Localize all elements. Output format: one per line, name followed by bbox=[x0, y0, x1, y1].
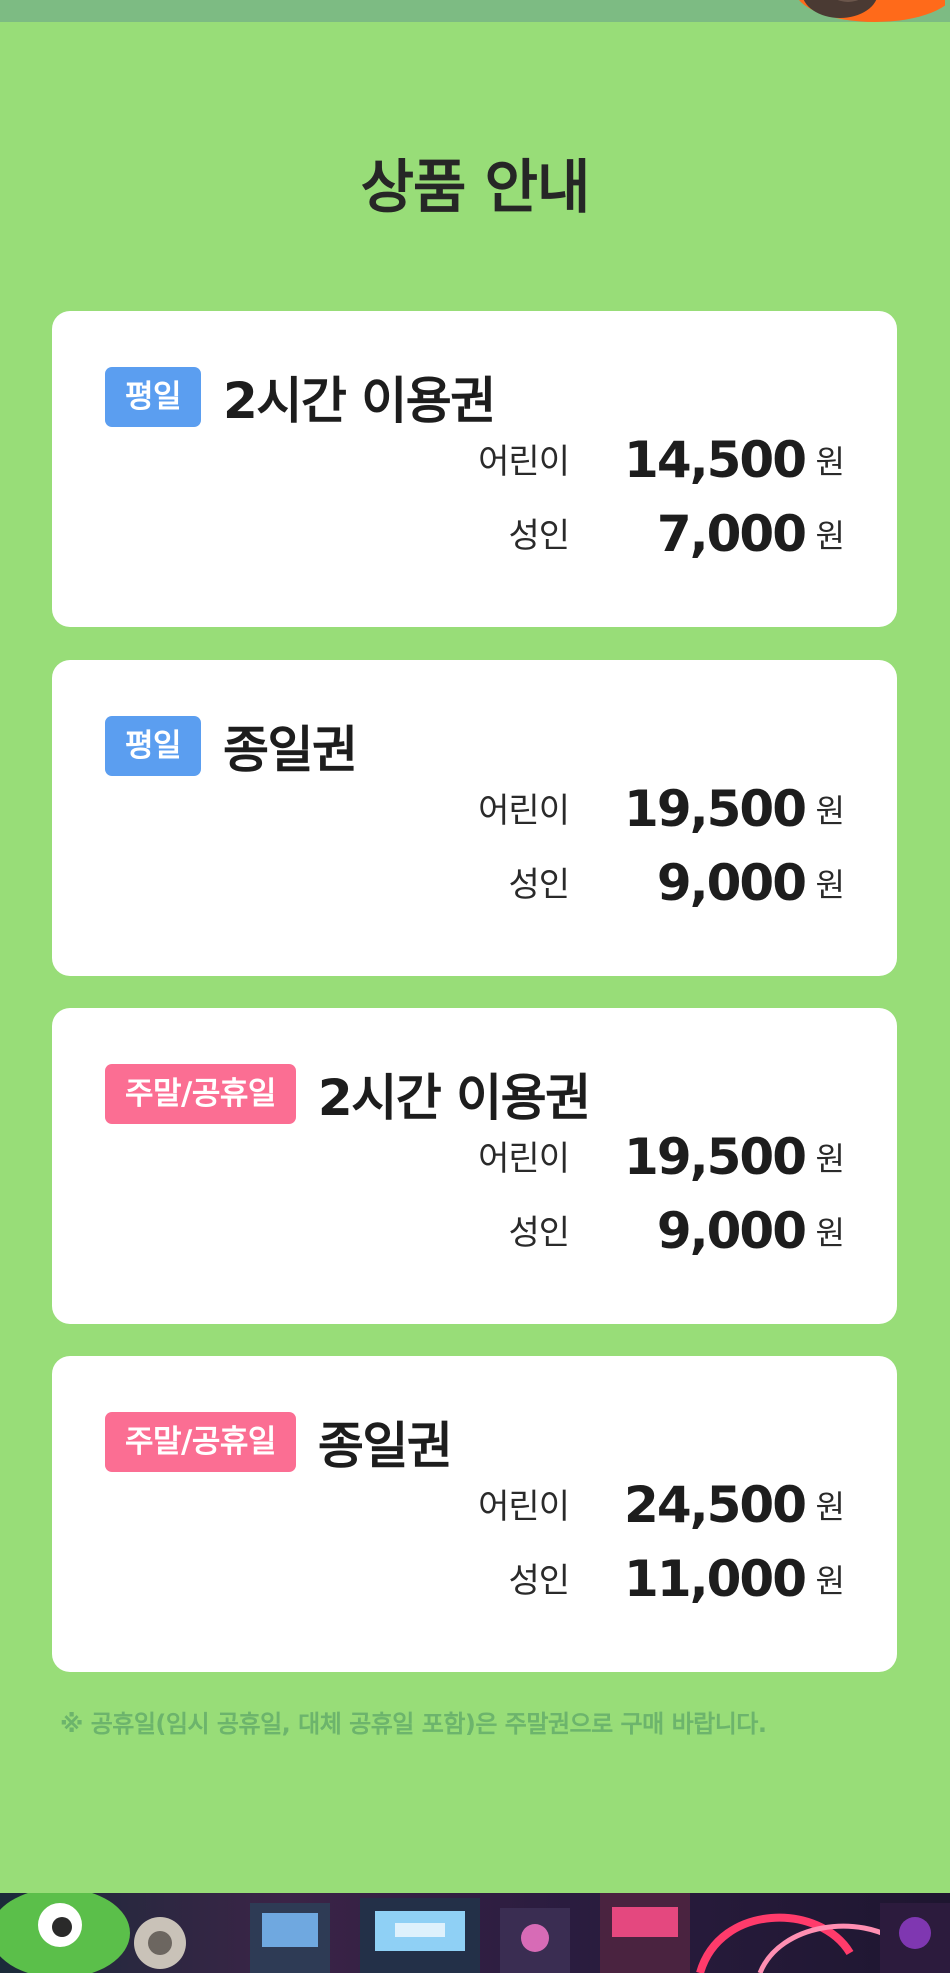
price-row-child: 어린이 19,500 원 bbox=[52, 780, 897, 844]
ticket-card: 주말/공휴일 2시간 이용권 어린이 19,500 원 성인 9,000 원 bbox=[52, 1008, 897, 1324]
weekday-tag: 평일 bbox=[105, 716, 202, 776]
price-label: 성인 bbox=[508, 1213, 570, 1253]
mascot-illustration-icon bbox=[799, 0, 945, 22]
price-amount: 11,000 bbox=[624, 1550, 807, 1608]
price-row-child: 어린이 24,500 원 bbox=[52, 1476, 897, 1540]
price-unit: 원 bbox=[815, 443, 845, 481]
arcade-photo-banner bbox=[0, 1893, 950, 1973]
price-label: 어린이 bbox=[478, 442, 570, 482]
holiday-notice: ※ 공휴일(임시 공휴일, 대체 공휴일 포함)은 주말권으로 구매 바랍니다. bbox=[60, 1710, 767, 1738]
price-row-adult: 성인 9,000 원 bbox=[52, 1202, 897, 1266]
price-row-child: 어린이 19,500 원 bbox=[52, 1128, 897, 1192]
price-label: 어린이 bbox=[478, 1139, 570, 1179]
price-unit: 원 bbox=[815, 1488, 845, 1526]
section-title: 상품 안내 bbox=[360, 153, 591, 221]
ticket-card-header: 주말/공휴일 2시간 이용권 bbox=[105, 1058, 591, 1130]
price-label: 성인 bbox=[508, 1561, 570, 1601]
price-amount: 24,500 bbox=[624, 1476, 807, 1534]
price-label: 어린이 bbox=[478, 791, 570, 831]
weekend-holiday-tag: 주말/공휴일 bbox=[105, 1064, 296, 1124]
arcade-scene-image bbox=[0, 1893, 950, 1973]
price-amount: 14,500 bbox=[624, 431, 807, 489]
price-amount: 9,000 bbox=[656, 1202, 807, 1260]
price-amount: 19,500 bbox=[624, 1128, 807, 1186]
price-row-child: 어린이 14,500 원 bbox=[52, 431, 897, 495]
price-row-adult: 성인 11,000 원 bbox=[52, 1550, 897, 1614]
ticket-card-header: 주말/공휴일 종일권 bbox=[105, 1406, 453, 1478]
price-label: 성인 bbox=[508, 516, 570, 556]
ticket-title: 2시간 이용권 bbox=[223, 372, 496, 430]
ticket-title: 2시간 이용권 bbox=[317, 1069, 591, 1127]
price-label: 성인 bbox=[508, 865, 570, 905]
price-row-adult: 성인 9,000 원 bbox=[52, 854, 897, 918]
ticket-title: 종일권 bbox=[317, 1417, 453, 1475]
weekday-tag: 평일 bbox=[105, 367, 202, 427]
price-unit: 원 bbox=[815, 1562, 845, 1600]
top-banner-strip bbox=[0, 0, 950, 22]
weekend-holiday-tag: 주말/공휴일 bbox=[105, 1412, 296, 1472]
ticket-card-header: 평일 종일권 bbox=[105, 710, 358, 782]
ticket-card: 주말/공휴일 종일권 어린이 24,500 원 성인 11,000 원 bbox=[52, 1356, 897, 1672]
ticket-card: 평일 종일권 어린이 19,500 원 성인 9,000 원 bbox=[52, 660, 897, 976]
price-amount: 7,000 bbox=[656, 505, 807, 563]
ticket-title: 종일권 bbox=[223, 721, 358, 779]
ticket-card-header: 평일 2시간 이용권 bbox=[105, 361, 496, 433]
price-unit: 원 bbox=[815, 1140, 845, 1178]
price-row-adult: 성인 7,000 원 bbox=[52, 505, 897, 569]
price-unit: 원 bbox=[815, 517, 845, 555]
price-unit: 원 bbox=[815, 1214, 845, 1252]
price-amount: 9,000 bbox=[656, 854, 807, 912]
price-unit: 원 bbox=[815, 792, 845, 830]
price-amount: 19,500 bbox=[624, 780, 807, 838]
price-label: 어린이 bbox=[478, 1487, 570, 1527]
ticket-card: 평일 2시간 이용권 어린이 14,500 원 성인 7,000 원 bbox=[52, 311, 897, 627]
price-unit: 원 bbox=[815, 866, 845, 904]
